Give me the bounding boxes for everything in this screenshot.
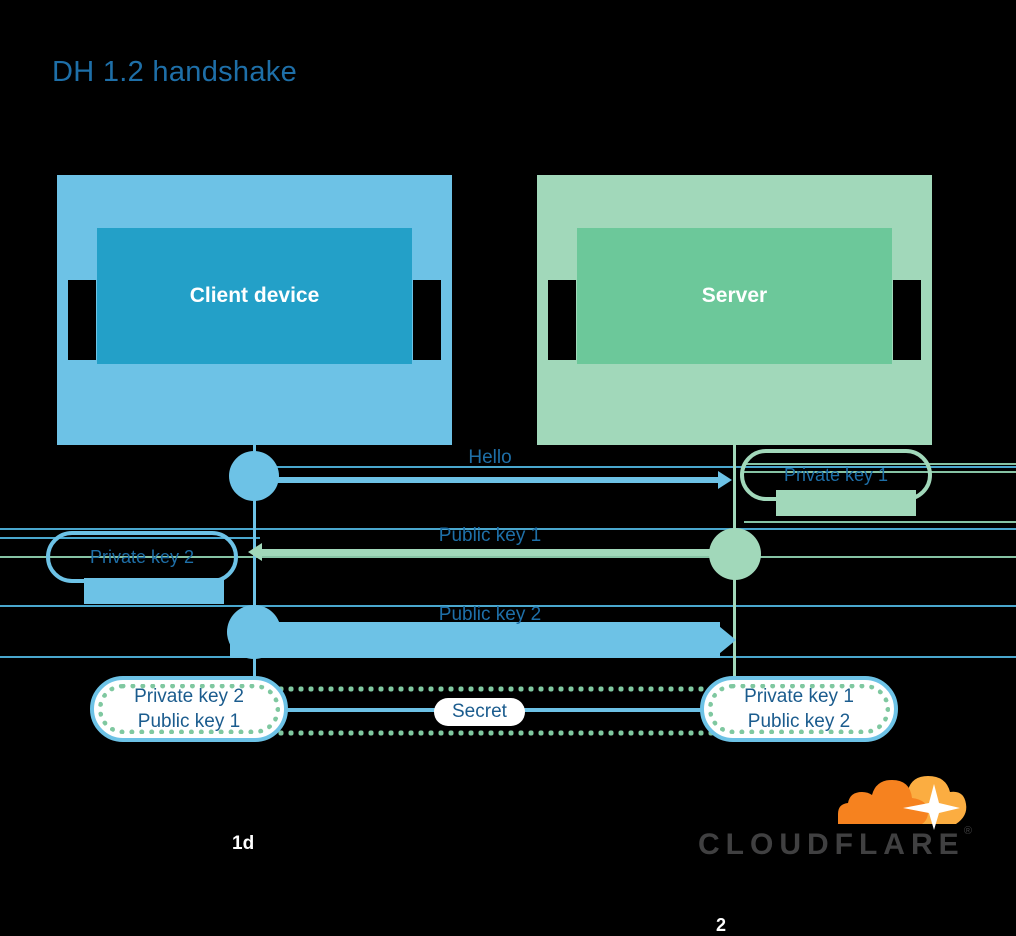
page-title: DH 1.2 handshake: [52, 56, 298, 88]
private-key-2-badge[interactable]: Private key 2: [46, 531, 238, 583]
server-bezel-left: [548, 280, 576, 360]
public-key-1-label: Public key 1: [438, 525, 542, 546]
server-screen-inner: Server: [577, 228, 892, 364]
slide-identifier: 1d: [232, 833, 255, 854]
cloudflare-logo: CLOUDFLARE ®: [698, 770, 972, 865]
cloudflare-wordmark: CLOUDFLARE: [698, 828, 965, 861]
slide-canvas: DH 1.2 handshake Client device Server He…: [0, 0, 1016, 936]
public-key-2-arrowhead: [714, 622, 736, 658]
public-key-1-arrowhead: [248, 543, 262, 561]
server-device-figure: Server: [537, 175, 932, 445]
server-bezel-right: [893, 280, 921, 360]
hello-label: Hello: [468, 447, 512, 468]
client-screen-inner: Client device: [97, 228, 412, 364]
hello-arrow-body: [256, 477, 722, 483]
public-key-1-arrow-body: [262, 549, 720, 556]
hello-arrowhead: [718, 471, 732, 489]
registered-trademark-icon: ®: [963, 825, 972, 837]
client-node-hello: [229, 451, 279, 501]
client-bezel-right: [413, 280, 441, 360]
client-device-label: Client device: [189, 284, 320, 307]
client-result-pill[interactable]: Private key 2 Public key 1: [90, 676, 288, 742]
public-key-2-label: Public key 2: [438, 604, 542, 625]
client-result-line-2: Public key 1: [137, 711, 241, 732]
client-result-line-1: Private key 2: [134, 686, 244, 707]
server-result-line-2: Public key 2: [747, 711, 851, 732]
cloud-icon: [838, 776, 967, 830]
server-result-pill[interactable]: Private key 1 Public key 2: [700, 676, 898, 742]
public-key-2-arrow-body: [230, 622, 720, 658]
secret-label: Secret: [434, 698, 525, 726]
server-device-label: Server: [701, 284, 768, 307]
private-key-1-badge[interactable]: Private key 1: [740, 449, 932, 501]
client-device-figure: Client device: [57, 175, 452, 445]
private-key-2-label: Private key 2: [89, 546, 195, 567]
page-number: 2: [716, 915, 727, 935]
server-result-line-1: Private key 1: [744, 686, 854, 707]
private-key-1-label: Private key 1: [783, 464, 889, 485]
client-bezel-left: [68, 280, 96, 360]
private-key-1-rail-c: [744, 521, 1016, 523]
